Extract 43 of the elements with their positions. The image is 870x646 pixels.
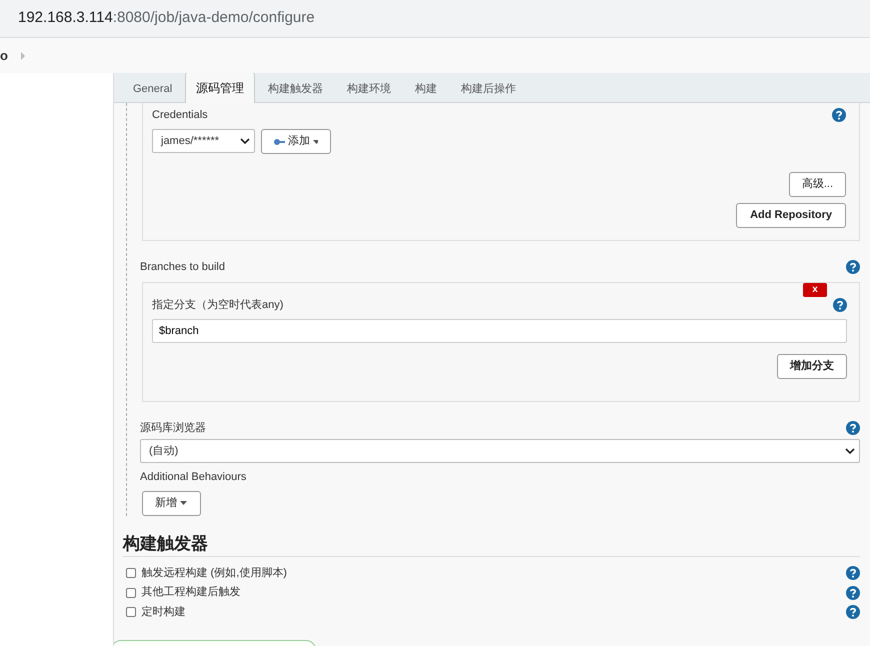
url-host: 192.168.3.114 bbox=[18, 8, 113, 28]
add-credentials-button[interactable]: 添加 bbox=[260, 129, 330, 154]
branch-input-field[interactable]: $branch bbox=[152, 319, 847, 343]
url-path: :8080/job/java-demo/configure bbox=[112, 8, 315, 28]
help-icon[interactable] bbox=[846, 566, 860, 580]
repo-browser-select[interactable]: (自动) bbox=[140, 439, 860, 464]
breadcrumb-item[interactable]: o bbox=[0, 46, 8, 66]
help-icon[interactable] bbox=[833, 298, 847, 312]
checkbox-label: 触发远程构建 (例如,使用脚本) bbox=[142, 566, 288, 582]
tab[interactable]: 构建触发器 bbox=[257, 74, 334, 103]
checkbox-label: 其他工程构建后触发 bbox=[142, 585, 242, 600]
tab[interactable]: 构建环境 bbox=[336, 74, 402, 103]
add-behaviour-button[interactable]: 新增 bbox=[142, 490, 201, 516]
checkbox[interactable] bbox=[126, 588, 136, 598]
field-label: 源码库浏览器 bbox=[140, 420, 206, 436]
section-label: Branches to build bbox=[140, 260, 225, 274]
credentials-select[interactable]: james/****** bbox=[152, 129, 255, 153]
caret-icon bbox=[180, 501, 187, 506]
key-icon bbox=[274, 138, 286, 146]
add-branch-button[interactable]: 增加分支 bbox=[777, 354, 847, 379]
tab[interactable]: General bbox=[122, 74, 184, 103]
tab[interactable]: 源码管理 bbox=[185, 73, 256, 103]
help-icon[interactable] bbox=[846, 421, 860, 436]
field-label: Credentials bbox=[152, 108, 208, 123]
tab[interactable]: 构建后操作 bbox=[450, 74, 528, 103]
help-icon[interactable] bbox=[846, 260, 860, 274]
help-icon[interactable] bbox=[846, 586, 860, 600]
help-icon[interactable] bbox=[832, 108, 846, 122]
tab[interactable]: 构建 bbox=[404, 74, 448, 103]
checkbox[interactable] bbox=[126, 606, 136, 617]
chevron-icon bbox=[845, 448, 855, 454]
advanced-button[interactable]: 高级... bbox=[788, 172, 846, 197]
chevron-icon bbox=[240, 138, 250, 144]
checkbox[interactable] bbox=[126, 568, 136, 578]
field-label: 指定分支（为空时代表any) bbox=[152, 298, 284, 313]
help-icon[interactable] bbox=[846, 604, 860, 619]
section-heading: 构建触发器 bbox=[123, 534, 209, 554]
caret-icon bbox=[312, 140, 318, 144]
delete-button[interactable]: x bbox=[803, 283, 827, 297]
address-bar[interactable]: 192.168.3.114:8080/job/java-demo/configure bbox=[0, 0, 870, 38]
field-label: Additional Behaviours bbox=[140, 470, 248, 485]
checkbox-label: 定时构建 bbox=[142, 604, 186, 620]
add-repository-button[interactable]: Add Repository bbox=[736, 202, 846, 228]
